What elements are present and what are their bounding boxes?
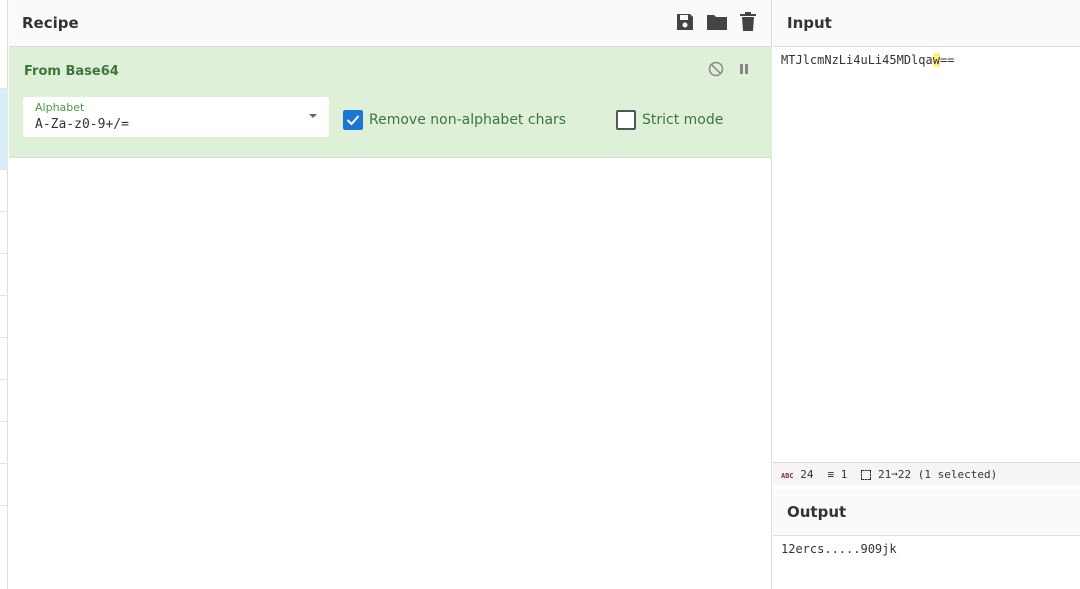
selection-stat: 21➞22 (1 selected) <box>861 468 997 481</box>
checkbox-checked-icon[interactable] <box>343 110 363 130</box>
folder-icon[interactable] <box>706 12 728 32</box>
operation-item[interactable] <box>0 254 8 296</box>
strict-label: Strict mode <box>642 112 724 128</box>
output-header: Output <box>773 489 1080 536</box>
selection-icon <box>861 469 872 480</box>
alphabet-select[interactable]: Alphabet A-Za-z0-9+/= <box>23 97 329 137</box>
recipe-pane: Recipe From Base64 Alphabet A-Za-z0-9+/=… <box>9 0 772 589</box>
alphabet-label: Alphabet <box>35 101 85 114</box>
operation-item[interactable] <box>0 422 8 464</box>
recipe-header: Recipe <box>9 0 771 47</box>
operation-item[interactable] <box>0 170 8 212</box>
save-icon[interactable] <box>675 12 695 32</box>
input-selection: w <box>932 53 940 67</box>
pause-icon[interactable] <box>736 61 752 77</box>
abc-icon: ABC <box>781 471 794 480</box>
operation-title: From Base64 <box>24 64 119 79</box>
remove-non-alphabet-checkbox[interactable]: Remove non-alphabet chars <box>343 110 566 130</box>
remove-label: Remove non-alphabet chars <box>369 112 567 128</box>
operation-item[interactable] <box>0 89 8 131</box>
operation-item[interactable] <box>0 128 8 170</box>
input-title: Input <box>787 14 832 32</box>
operation-item[interactable] <box>0 212 8 254</box>
checkbox-unchecked-icon[interactable] <box>616 110 636 130</box>
output-title: Output <box>787 503 847 521</box>
recipe-title: Recipe <box>22 14 79 32</box>
input-header: Input <box>773 0 1080 47</box>
input-text-tail: == <box>939 53 955 67</box>
input-status-bar: ABC 24 ≡ 1 21➞22 (1 selected) <box>773 462 1080 485</box>
length-stat: ABC 24 <box>781 467 814 481</box>
operation-item[interactable] <box>0 338 8 380</box>
lines-stat: ≡ 1 <box>827 467 848 481</box>
operation-item[interactable] <box>0 47 8 89</box>
input-text: MTJlcmNzLi4uLi45MDlqa <box>781 53 933 67</box>
io-pane: Input MTJlcmNzLi4uLi45MDlqaw== ABC 24 ≡ … <box>773 0 1080 589</box>
alphabet-value: A-Za-z0-9+/= <box>35 117 129 132</box>
chevron-down-icon <box>309 114 317 118</box>
output-text[interactable]: 12ercs.....909jk <box>773 536 1080 562</box>
operation-item[interactable] <box>0 380 8 422</box>
operation-from-base64[interactable]: From Base64 Alphabet A-Za-z0-9+/= Remove… <box>9 47 772 158</box>
operation-item[interactable] <box>0 464 8 506</box>
strict-mode-checkbox[interactable]: Strict mode <box>616 110 723 130</box>
lines-icon: ≡ <box>827 467 835 481</box>
trash-icon[interactable] <box>739 12 757 32</box>
operations-list <box>0 0 8 589</box>
input-textarea[interactable]: MTJlcmNzLi4uLi45MDlqaw== <box>773 47 1080 73</box>
operation-item[interactable] <box>0 296 8 338</box>
disable-icon[interactable] <box>708 61 724 77</box>
